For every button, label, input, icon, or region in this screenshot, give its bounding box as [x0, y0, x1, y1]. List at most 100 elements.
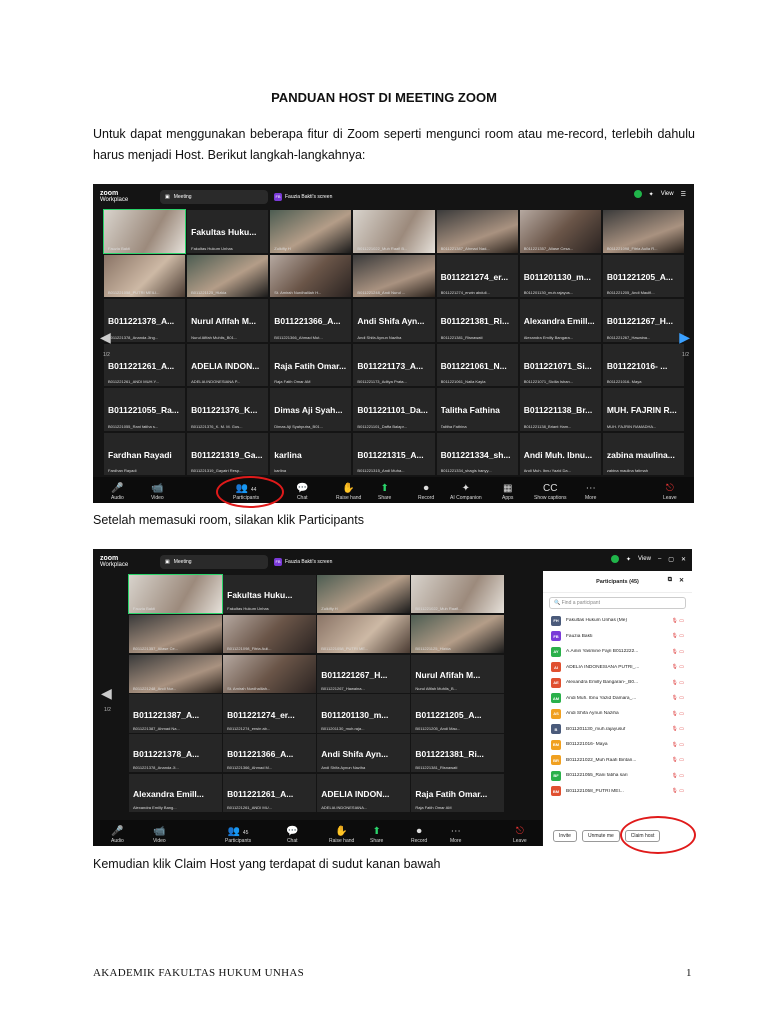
participant-tile[interactable]: B011221098_Fitria Auli... [223, 614, 316, 653]
participant-tile[interactable]: B011221357_Aliase Ce... [129, 614, 222, 653]
participant-tile[interactable]: B011221381_Ri... B011221381_Risnawati [436, 299, 518, 342]
participant-list-item[interactable]: FH Fakultas Hukum Unhas (Me) 🎙 ▭ [543, 613, 692, 629]
view-button-2[interactable]: View [638, 556, 651, 562]
popout-icon[interactable]: ⧉ [668, 577, 672, 584]
meeting-pill[interactable]: ▣ Meeting [160, 190, 268, 204]
toolbar-raise-hand-button[interactable]: ✋ Raise hand [336, 483, 361, 501]
minimize-icon[interactable]: – [658, 556, 661, 562]
participant-list-item[interactable]: BR B011221022_Muh Raafi Bintan... 🎙 ▭ [543, 753, 692, 769]
participant-tile[interactable]: Andi Muh. Ibnu... Andi Muh. Ibnu Yazid Da… [519, 432, 601, 475]
participant-tile[interactable]: B011221016- ... B011221016- Maya [602, 343, 684, 386]
toolbar-video-button[interactable]: 📹 Video [151, 483, 164, 501]
view-grid-icon[interactable]: ☰ [681, 191, 686, 198]
participant-tile[interactable]: B011221173_A... B011221173_Aditya Prata..… [353, 343, 435, 386]
toolbar-apps-button[interactable]: ▦ Apps [502, 483, 513, 501]
participant-tile[interactable]: B011221058_PUTRI MEILI... [104, 254, 186, 297]
participant-list-item[interactable]: BF B011221055_Rani fatiha sari 🎙 ▭ [543, 768, 692, 784]
toolbar-record-button[interactable]: ⏺ Record [411, 826, 427, 844]
participant-tile[interactable]: B011221205_A... B011221205_Andi Maulfi... [602, 254, 684, 297]
unmute-me-button[interactable]: Unmute me [581, 830, 620, 842]
participant-tile[interactable]: B011221274_er... B011221274_erwin abduli.… [436, 254, 518, 297]
toolbar-participants-button[interactable]: 👥 45 Participants [225, 826, 251, 844]
toolbar-record-button[interactable]: ⏺ Record [418, 483, 434, 501]
next-page-arrow-icon[interactable]: ▶ [679, 329, 690, 346]
toolbar-more-button[interactable]: ⋯ More [450, 826, 461, 844]
participant-tile[interactable]: MUH. FAJRIN R... MUH. FAJRIN RAMADHA... [602, 388, 684, 431]
participant-tile[interactable]: Zulkifly H [317, 575, 410, 614]
participant-tile[interactable]: B011221055_Ra... B011221055_Rani fatiha s… [104, 388, 186, 431]
participant-tile[interactable]: B011221061_N... B011221061_Naila Kayla [436, 343, 518, 386]
participant-tile[interactable]: B011221261_A... B011221261_ANDI MU... [223, 773, 316, 812]
participant-tile[interactable]: B011201130_m... B011201130_muh.raja... [317, 694, 410, 733]
participant-tile[interactable]: B011221387_Ahmad Nad... [436, 210, 518, 253]
toolbar-audio-button[interactable]: 🎤 Audio [111, 483, 124, 501]
participant-tile[interactable]: Andi Shifa Ayn... Andi Shifa Aynun Naziha [353, 299, 435, 342]
participant-tile[interactable]: B011221334_sh... B011221334_shagis hanyy.… [436, 432, 518, 475]
view-button[interactable]: View [661, 191, 674, 197]
toolbar-video-button[interactable]: 📹 Video [153, 826, 166, 844]
participant-tile[interactable]: Raja Fatih Omar... Raja Fatih Omar AM [411, 773, 504, 812]
participant-tile[interactable]: Alexandra Emill... Alexandra Emilly Bang.… [129, 773, 222, 812]
participant-tile[interactable]: B011221366_A... B011221366_Ahmad Mut... [270, 299, 352, 342]
maximize-icon[interactable]: ▢ [668, 556, 674, 563]
prev-page-arrow-icon[interactable]: ◀ [100, 329, 111, 346]
participant-tile[interactable]: Talitha Fathina Talitha Fathina [436, 388, 518, 431]
participant-tile[interactable]: B011221138_Br... B011221138_Briant Ham... [519, 388, 601, 431]
participant-tile[interactable]: ADELIA INDON... ADELIA INDONESIANA... [317, 773, 410, 812]
participant-tile[interactable]: B011221387_A... B011221387_Ahmad Na... [129, 694, 222, 733]
participant-tile[interactable]: Raja Fatih Omar... Raja Fatih Omar AM [270, 343, 352, 386]
screen-share-pill[interactable]: FB Fauzia Bakti's screen [274, 193, 332, 201]
toolbar-audio-button[interactable]: 🎤 Audio [111, 826, 124, 844]
participant-tile[interactable]: Fakultas Huku... Fakultas Hukum Unhas [223, 575, 316, 614]
participant-tile[interactable]: Nurul Afifah M... Nurul Afifah Muhlis_B01… [187, 299, 269, 342]
participant-list-item[interactable]: BM B011221058_PUTRI MEI... 🎙 ▭ [543, 784, 692, 800]
participant-tile[interactable]: B011221274_er... B011221274_erwin ab... [223, 694, 316, 733]
screen-share-pill-2[interactable]: FB Fauzia Bakti's screen [274, 558, 332, 566]
toolbar-share-button[interactable]: ⬆ Share [378, 483, 391, 501]
participant-list-item[interactable]: AS Andi Shifa Aynun Naziha 🎙 ▭ [543, 706, 692, 722]
participant-tile[interactable]: Dimas Aji Syah... Dimas Aji Syahputra_B01… [270, 388, 352, 431]
participant-tile[interactable]: B011221125_Hizkia [411, 614, 504, 653]
participant-tile[interactable]: Fauzia Bakti [128, 573, 223, 615]
participant-tile[interactable]: B011221022_Muh Raafi B... [353, 210, 435, 253]
participant-list-item[interactable]: FB Fauzia Bakti 🎙 ▭ [543, 629, 692, 645]
participant-list-item[interactable]: AE Alexandra Emilly Bangaran-_B0... 🎙 ▭ [543, 675, 692, 691]
participant-tile[interactable]: B011221058_PUTRI ME... [317, 614, 410, 653]
participant-list-item[interactable]: B B011201130_muh.rajayusuf 🎙 ▭ [543, 722, 692, 738]
participant-tile[interactable]: B011221366_A... B011221366_Ahmad M... [223, 734, 316, 773]
participant-tile[interactable]: B011221248_Andi Nurul ... [353, 254, 435, 297]
participant-tile[interactable]: B011221205_A... B011221205_Andi Mau... [411, 694, 504, 733]
participant-tile[interactable]: B011221261_A... B011221261_ANDI MUH.Y... [104, 343, 186, 386]
participant-tile[interactable]: Fakultas Huku... Fakultas Hukum Unhas [187, 210, 269, 253]
participant-tile[interactable]: Nurul Afifah M... Nurul Afifah Muhlis_B..… [411, 654, 504, 693]
toolbar-raise-hand-button[interactable]: ✋ Raise hand [329, 826, 354, 844]
toolbar-chat-button[interactable]: 💬 Chat [296, 483, 308, 501]
participant-tile[interactable]: B011221378_A... B011221378_Ananda Jing... [104, 299, 186, 342]
close-panel-icon[interactable]: ✕ [679, 577, 684, 584]
participant-tile[interactable]: B011221267_H... B011221267_Hawaina... [317, 654, 410, 693]
toolbar-show-captions-button[interactable]: CC Show captions [534, 483, 567, 501]
meeting-pill-2[interactable]: ▣ Meeting [160, 555, 268, 569]
participant-tile[interactable]: B011221071_Si... B011221071_Sicilia Ishan… [519, 343, 601, 386]
participant-tile[interactable]: B011221378_A... B011221378_Ananda Ji... [129, 734, 222, 773]
participant-tile[interactable]: ADELIA INDON... ADELIA INDONESIANA P... [187, 343, 269, 386]
participant-tile[interactable]: Zulkifly H [270, 210, 352, 253]
participant-tile[interactable]: karlina karlina [270, 432, 352, 475]
toolbar-chat-button[interactable]: 💬 Chat [286, 826, 298, 844]
toolbar-ai-companion-button[interactable]: ✦ AI Companion [450, 483, 482, 501]
close-window-icon[interactable]: ✕ [681, 556, 686, 563]
toolbar-more-button[interactable]: ⋯ More [585, 483, 596, 501]
toolbar-leave-button[interactable]: ⎋ Leave [513, 826, 527, 844]
participant-list-item[interactable]: AY A.Ainin Yasmine Fajri B0112222... 🎙 ▭ [543, 644, 692, 660]
participant-tile[interactable]: St. Amirah Nurdhalilah H... [270, 254, 352, 297]
participant-tile[interactable]: zabina maulina... zabina maulina fatimah [602, 432, 684, 475]
participant-tile[interactable]: B011221248_Andi Nur... [129, 654, 222, 693]
participant-tile[interactable]: B011221381_Ri... B011221381_Risnawati [411, 734, 504, 773]
participant-tile[interactable]: B011221376_K... B011221376_K. M. M. Gus..… [187, 388, 269, 431]
participant-tile[interactable]: Alexandra Emill... Alexandra Emilly Banga… [519, 299, 601, 342]
participant-tile[interactable]: B011221319_Ga... B011221319_Gayatri Resp.… [187, 432, 269, 475]
participant-tile[interactable]: Fardhan Rayadi Fardhan Rayadi [104, 432, 186, 475]
find-participant-input[interactable]: 🔍 Find a participant [549, 597, 686, 609]
participant-list-item[interactable]: AI ADELIA INDONESIANA PUTRI_... 🎙 ▭ [543, 660, 692, 676]
participant-tile[interactable]: B011221125_Hizkia [187, 254, 269, 297]
